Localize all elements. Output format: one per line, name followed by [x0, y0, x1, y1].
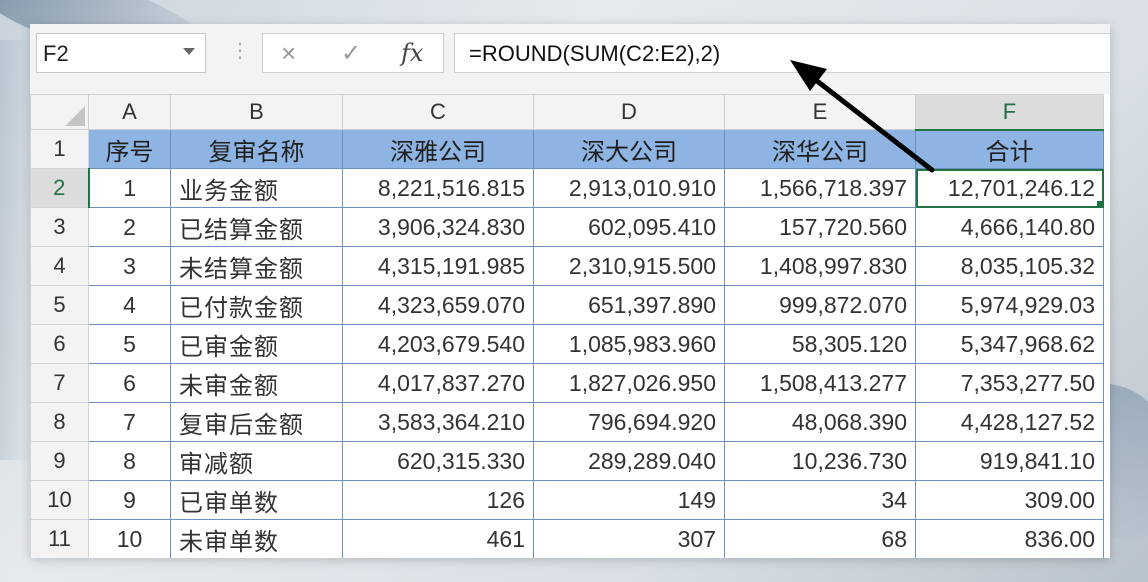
annotation-arrow-icon	[790, 60, 935, 173]
spreadsheet-window: F2 ⋮ × ✓ fx =ROUND(SUM(C2:E2),2) A B C D…	[30, 24, 1110, 558]
background-brushstroke	[0, 40, 30, 460]
